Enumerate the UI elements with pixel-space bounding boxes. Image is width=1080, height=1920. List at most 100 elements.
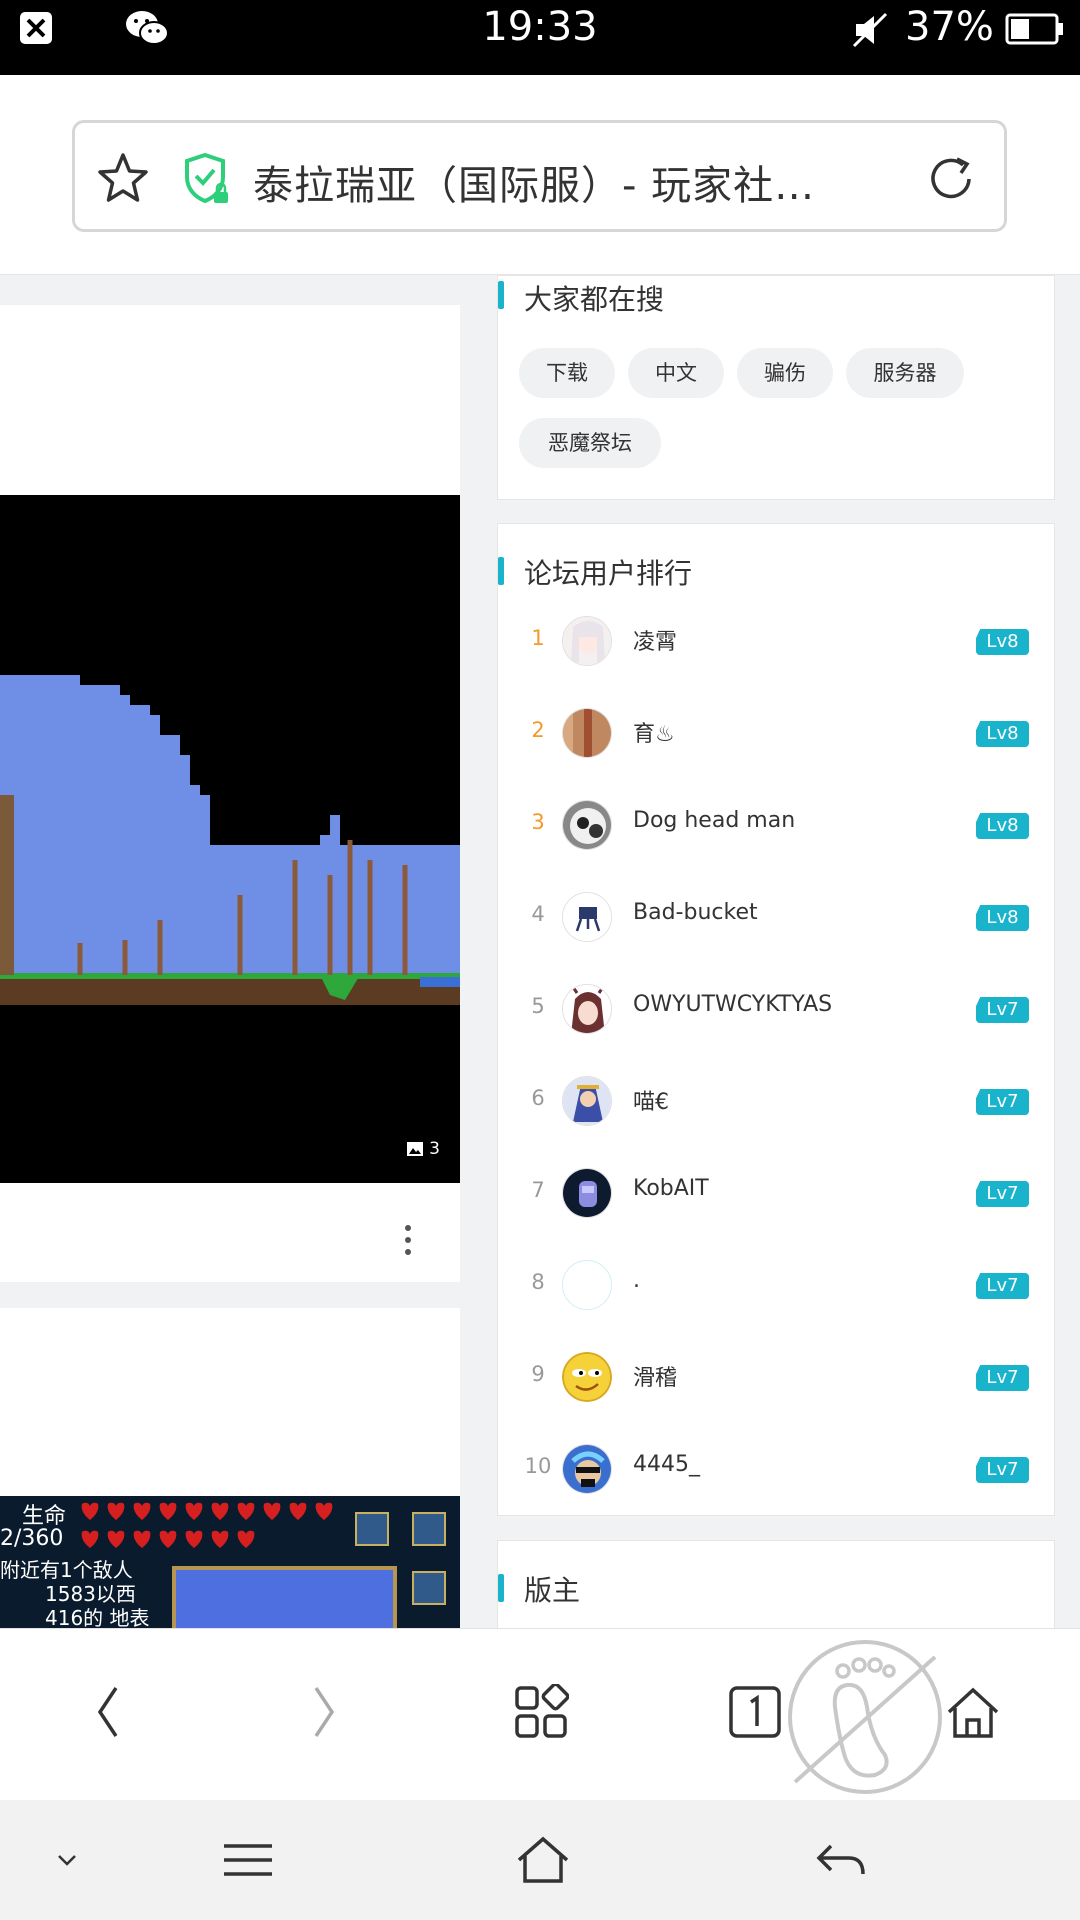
chevron-right-icon <box>314 1687 335 1737</box>
post-card-2[interactable]: 生命 2/360 附近有1个敌人 1583以西 416的 地表 <box>0 1308 460 1628</box>
avatar[interactable] <box>562 1076 612 1126</box>
more-options-icon[interactable] <box>400 1220 420 1260</box>
user-name[interactable]: Dog head man <box>633 808 795 833</box>
level-badge: Lv7 <box>976 1181 1029 1207</box>
ranking-row[interactable]: 5 OWYUTWCYKTYAS Lv7 <box>498 964 1056 1056</box>
ranking-row[interactable]: 3 Dog head man Lv8 <box>498 780 1056 872</box>
hud-depth: 416的 地表 <box>45 1606 150 1628</box>
rank-number: 3 <box>531 810 545 834</box>
level-badge: Lv8 <box>976 905 1029 931</box>
rank-number: 5 <box>531 994 545 1018</box>
level-badge: Lv7 <box>976 997 1029 1023</box>
user-name[interactable]: OWYUTWCYKTYAS <box>633 992 832 1017</box>
star-bookmark-icon[interactable] <box>95 151 151 207</box>
security-shield-icon <box>185 152 228 204</box>
level-badge: Lv7 <box>976 1365 1029 1391</box>
search-tag[interactable]: 恶魔祭坛 <box>519 418 661 468</box>
ranking-row[interactable]: 9 滑稽 Lv7 <box>498 1332 1056 1424</box>
avatar[interactable] <box>562 800 612 850</box>
search-tag[interactable]: 下载 <box>519 348 615 398</box>
post-image-2[interactable]: 生命 2/360 附近有1个敌人 1583以西 416的 地表 <box>0 1496 460 1628</box>
hud-minimap <box>172 1566 397 1628</box>
rank-number: 6 <box>531 1086 545 1110</box>
chevron-down-icon <box>58 1855 76 1866</box>
ranking-row[interactable]: 2 育♨ Lv8 <box>498 688 1056 780</box>
rank-number: 7 <box>531 1178 545 1202</box>
post-card[interactable]: 3 <box>0 305 460 1282</box>
ranking-row[interactable]: 6 喵€ Lv7 <box>498 1056 1056 1148</box>
avatar[interactable] <box>562 616 612 666</box>
rank-number: 1 <box>531 626 545 650</box>
back-button[interactable] <box>62 1667 152 1757</box>
moderator-title: 版主 <box>524 1574 581 1607</box>
hud-hp: 2/360 <box>0 1526 64 1551</box>
ranking-row[interactable]: 10 4445_ Lv7 <box>498 1424 1056 1516</box>
home-button[interactable] <box>928 1667 1018 1757</box>
avatar[interactable] <box>562 708 612 758</box>
terraria-screenshot <box>0 495 460 1183</box>
ranking-row[interactable]: 7 KobAIT Lv7 <box>498 1148 1056 1240</box>
house-icon <box>517 1836 569 1883</box>
back-arrow-icon <box>816 1844 865 1875</box>
address-bar[interactable]: 泰拉瑞亚（国际服）- 玩家社… <box>72 120 1007 232</box>
page-title: 泰拉瑞亚（国际服）- 玩家社… <box>253 163 816 209</box>
level-badge: Lv7 <box>976 1457 1029 1483</box>
apps-grid-icon <box>515 1684 569 1738</box>
system-nav-bar <box>0 1800 1080 1920</box>
menu-button[interactable] <box>203 1820 293 1900</box>
apps-button[interactable] <box>496 1667 586 1757</box>
level-badge: Lv8 <box>976 813 1029 839</box>
hud-map-icon <box>412 1571 446 1605</box>
hot-search-section: 大家都在搜 下载 中文 骗伤 服务器 恶魔祭坛 <box>497 275 1055 500</box>
search-tag[interactable]: 服务器 <box>846 348 964 398</box>
system-back-button[interactable] <box>796 1820 886 1900</box>
gallery-icon <box>407 1142 424 1156</box>
search-tag[interactable]: 骗伤 <box>737 348 833 398</box>
avatar[interactable] <box>562 1168 612 1218</box>
browser-toolbar <box>0 1628 1080 1800</box>
ranking-title: 论坛用户排行 <box>524 557 693 590</box>
battery-percent: 37% <box>905 4 994 50</box>
forward-button[interactable] <box>280 1667 370 1757</box>
system-home-button[interactable] <box>498 1820 588 1900</box>
level-badge: Lv8 <box>976 629 1029 655</box>
collapse-button[interactable] <box>22 1820 112 1900</box>
ranking-row[interactable]: 1 凌霄 Lv8 <box>498 596 1056 688</box>
avatar[interactable] <box>562 1444 612 1494</box>
rank-number: 2 <box>531 718 545 742</box>
user-name[interactable]: . <box>633 1268 640 1293</box>
search-tag[interactable]: 中文 <box>628 348 724 398</box>
level-badge: Lv7 <box>976 1273 1029 1299</box>
level-badge: Lv8 <box>976 721 1029 747</box>
rank-number: 4 <box>531 902 545 926</box>
rank-number: 9 <box>531 1362 545 1386</box>
hot-search-title: 大家都在搜 <box>524 283 665 316</box>
user-name[interactable]: 滑稽 <box>633 1360 677 1392</box>
avatar[interactable] <box>562 1260 612 1310</box>
user-name[interactable]: Bad-bucket <box>633 900 758 925</box>
user-name[interactable]: 喵€ <box>633 1084 669 1116</box>
chevron-left-icon <box>97 1687 118 1737</box>
image-count: 3 <box>429 1139 440 1159</box>
status-bar: 19:33 37% <box>0 0 1080 75</box>
level-badge: Lv7 <box>976 1089 1029 1115</box>
menu-icon <box>224 1844 272 1876</box>
hud-chest-icon <box>412 1512 446 1546</box>
user-name[interactable]: 凌霄 <box>633 624 677 656</box>
avatar[interactable] <box>562 892 612 942</box>
ranking-row[interactable]: 8 . Lv7 <box>498 1240 1056 1332</box>
avatar[interactable] <box>562 1352 612 1402</box>
battery-icon <box>1005 13 1063 45</box>
post-image[interactable]: 3 <box>0 495 460 1183</box>
rank-number: 8 <box>531 1270 545 1294</box>
user-name[interactable]: 育♨ <box>633 716 675 748</box>
refresh-icon[interactable] <box>923 151 979 207</box>
image-count-badge: 3 <box>407 1139 440 1159</box>
hud-lightbulb-icon <box>355 1512 389 1546</box>
ranking-row[interactable]: 4 Bad-bucket Lv8 <box>498 872 1056 964</box>
avatar[interactable] <box>562 984 612 1034</box>
user-name[interactable]: 4445_ <box>633 1452 700 1477</box>
user-name[interactable]: KobAIT <box>633 1176 709 1201</box>
mute-icon <box>852 12 888 48</box>
hud-hearts <box>81 1502 333 1548</box>
